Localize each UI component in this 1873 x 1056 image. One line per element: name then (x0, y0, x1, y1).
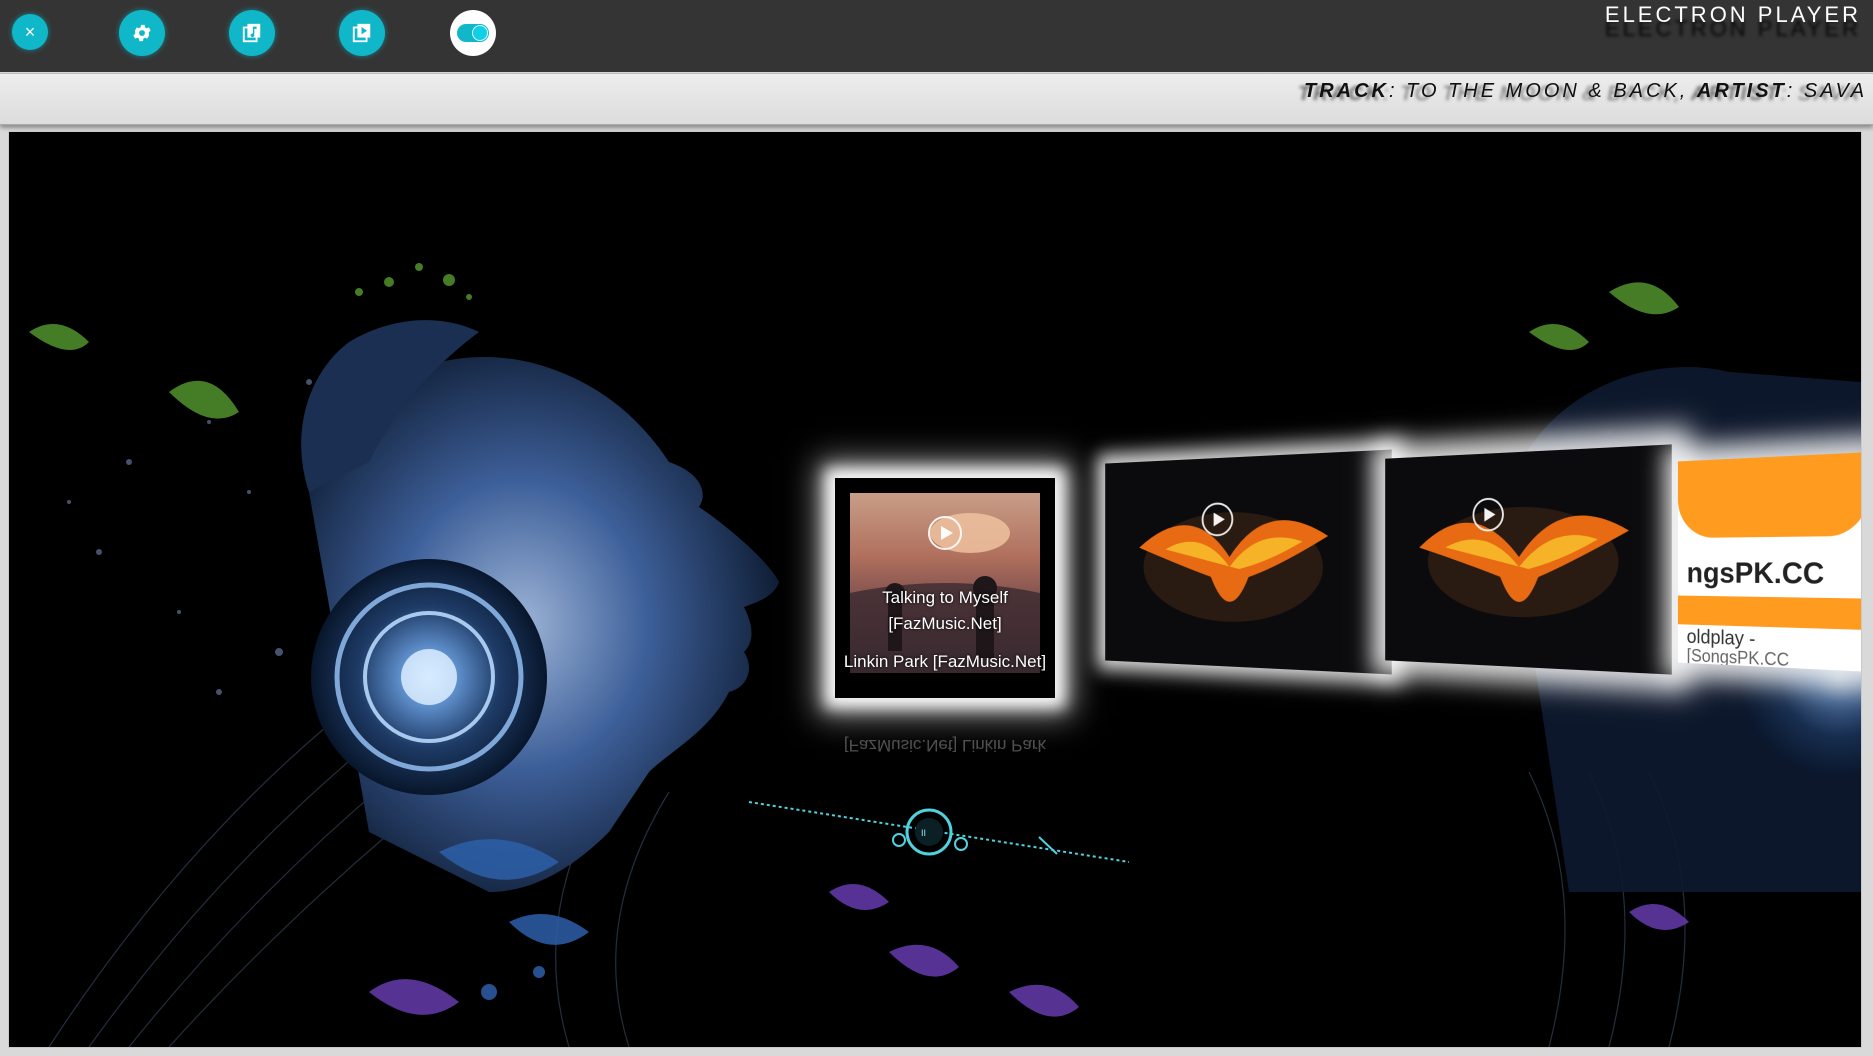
toggle-icon (457, 24, 489, 42)
phoenix-cover-art-2 (1385, 444, 1672, 675)
play-icon[interactable] (928, 516, 962, 550)
close-button[interactable]: × (12, 14, 48, 50)
mode-toggle[interactable] (450, 10, 496, 56)
music-library-button[interactable] (229, 10, 275, 56)
cover-partial-text-1: ngsPK.CC (1686, 556, 1825, 591)
now-playing-bar: TRACK: TO THE MOON & BACK, ARTIST: SAVA (0, 73, 1873, 125)
coverflow-card-3[interactable] (1385, 444, 1672, 675)
video-library-icon (352, 23, 371, 43)
settings-button[interactable] (119, 10, 165, 56)
app-title: ELECTRON PLAYER (1604, 2, 1861, 27)
track-name: TO THE MOON & BACK (1406, 80, 1680, 102)
prev-icon[interactable] (892, 833, 906, 847)
phoenix-cover-art (1105, 449, 1392, 675)
volume-icon[interactable] (1038, 836, 1058, 855)
track-artist: Linkin Park [FazMusic.Net] (843, 652, 1047, 671)
pause-glyph: II (921, 828, 926, 838)
artist-name: SAVA (1803, 80, 1868, 102)
next-icon[interactable] (954, 837, 968, 851)
songspk-cover-top (1677, 452, 1861, 539)
card-reflection: [FazMusic.Net] Linkin Park (843, 736, 1047, 755)
songspk-cover-band (1677, 595, 1861, 631)
music-library-icon (242, 23, 261, 43)
now-playing-ticker: TRACK: TO THE MOON & BACK, ARTIST: SAVA (1304, 80, 1868, 102)
artist-label: ARTIST (1696, 80, 1787, 102)
coverflow-card-4[interactable]: ngsPK.CC oldplay - [SongsPK.CC (1677, 452, 1861, 672)
track-title: Talking to Myself [FazMusic.Net] (882, 588, 1008, 633)
coverflow-card-2[interactable] (1105, 449, 1392, 675)
top-toolbar: × ELECTRON PLAYER (0, 0, 1873, 72)
toggle-knob (472, 25, 488, 41)
video-library-button[interactable] (339, 10, 385, 56)
player-controls[interactable]: II (739, 792, 1139, 882)
coverflow-card-front[interactable]: Talking to Myself [FazMusic.Net] Linkin … (835, 478, 1055, 698)
track-label: TRACK (1304, 80, 1389, 102)
close-icon: × (24, 22, 36, 42)
coverflow-stage: ngsPK.CC oldplay - [SongsPK.CC Talking t… (8, 131, 1862, 1048)
gear-icon (133, 24, 151, 42)
